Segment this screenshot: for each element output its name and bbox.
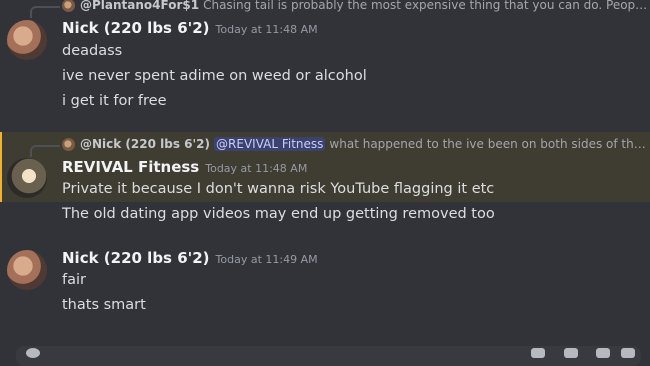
reply-spine	[30, 6, 60, 18]
author-name[interactable]: Nick (220 lbs 6'2)	[62, 249, 210, 267]
author-name[interactable]: Nick (220 lbs 6'2)	[62, 19, 210, 37]
message-text: The old dating app videos may end up get…	[62, 206, 495, 222]
sticker-icon[interactable]	[596, 348, 610, 358]
emoji-icon[interactable]	[621, 348, 635, 358]
reply-author[interactable]: @Plantano4For$1	[80, 0, 199, 12]
reply-text: Chasing tail is probably the most expens…	[203, 0, 650, 12]
reply-text: what happened to the ive been on both si…	[329, 137, 650, 151]
message-text: Private it because I don't wanna risk Yo…	[62, 181, 495, 197]
message-text: i get it for free	[62, 93, 167, 109]
reply-avatar	[62, 137, 75, 151]
reply-preview[interactable]: @Nick (220 lbs 6'2) @REVIVAL Fitness wha…	[62, 137, 650, 151]
author-line: Nick (220 lbs 6'2) Today at 11:49 AM	[62, 249, 318, 267]
message-text: deadass	[62, 43, 123, 59]
timestamp: Today at 11:48 AM	[205, 162, 308, 175]
message-text: ive never spent adime on weed or alcohol	[62, 68, 367, 84]
reply-spine	[30, 145, 60, 157]
timestamp: Today at 11:49 AM	[215, 253, 318, 266]
timestamp: Today at 11:48 AM	[215, 23, 318, 36]
mention[interactable]: @REVIVAL Fitness	[214, 137, 326, 151]
reply-author[interactable]: @Nick (220 lbs 6'2)	[80, 137, 210, 151]
message-text: thats smart	[62, 297, 146, 313]
message-composer[interactable]	[16, 346, 641, 366]
avatar[interactable]	[7, 250, 47, 290]
avatar[interactable]	[7, 158, 47, 198]
add-attachment-icon[interactable]	[26, 348, 40, 358]
author-name[interactable]: REVIVAL Fitness	[62, 158, 199, 176]
gift-icon[interactable]	[531, 348, 545, 358]
author-line: Nick (220 lbs 6'2) Today at 11:48 AM	[62, 19, 318, 37]
message-text: fair	[62, 272, 86, 288]
gif-icon[interactable]	[564, 348, 578, 358]
reply-preview[interactable]: @Plantano4For$1 Chasing tail is probably…	[62, 0, 650, 12]
author-line: REVIVAL Fitness Today at 11:48 AM	[62, 158, 307, 176]
reply-avatar	[62, 0, 75, 12]
avatar[interactable]	[7, 20, 47, 60]
